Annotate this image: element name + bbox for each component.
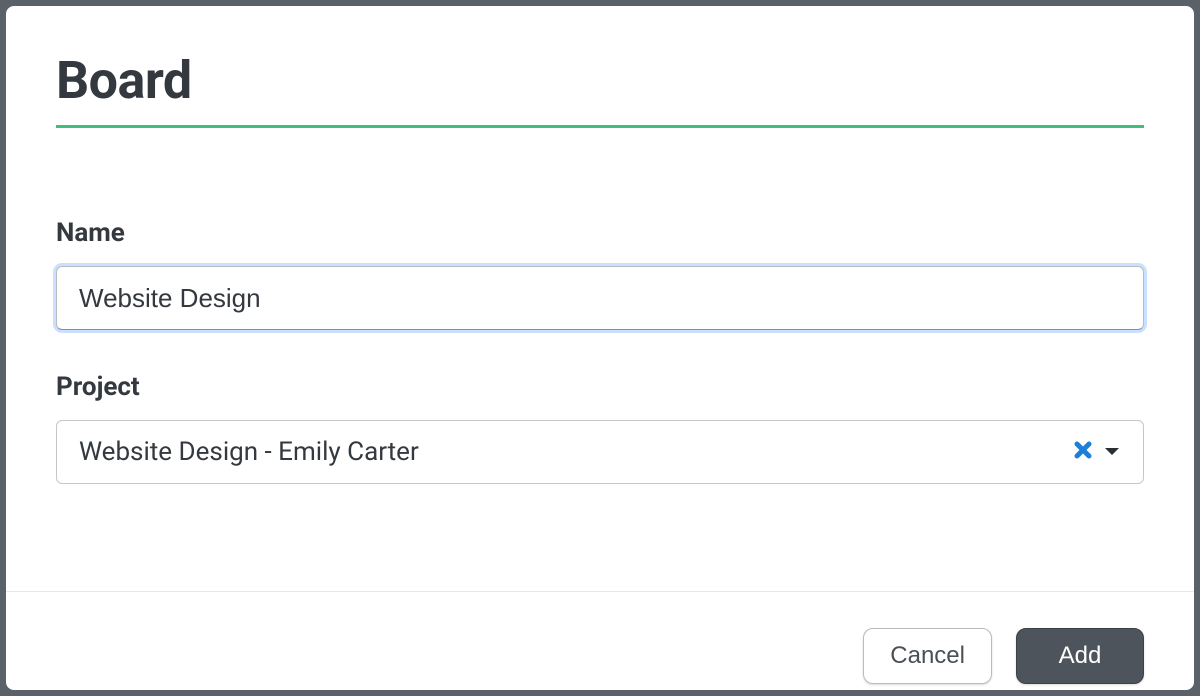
board-modal: Board Name Project Website Design - Emil…	[6, 6, 1194, 690]
chevron-down-icon[interactable]	[1103, 446, 1121, 458]
name-label: Name	[56, 218, 1144, 248]
modal-title: Board	[56, 50, 1144, 111]
project-form-group: Project Website Design - Emily Carter	[56, 372, 1144, 484]
clear-selection-icon[interactable]	[1073, 440, 1093, 464]
name-input[interactable]	[56, 266, 1144, 330]
title-underline	[56, 125, 1144, 128]
project-select[interactable]: Website Design - Emily Carter	[56, 420, 1144, 484]
select-controls	[1073, 440, 1121, 464]
project-label: Project	[56, 372, 1144, 402]
modal-footer: Cancel Add	[6, 591, 1194, 690]
cancel-button[interactable]: Cancel	[863, 628, 992, 684]
name-form-group: Name	[56, 218, 1144, 330]
add-button[interactable]: Add	[1016, 628, 1144, 684]
project-selected-value: Website Design - Emily Carter	[79, 437, 1073, 467]
modal-body: Board Name Project Website Design - Emil…	[6, 6, 1194, 591]
